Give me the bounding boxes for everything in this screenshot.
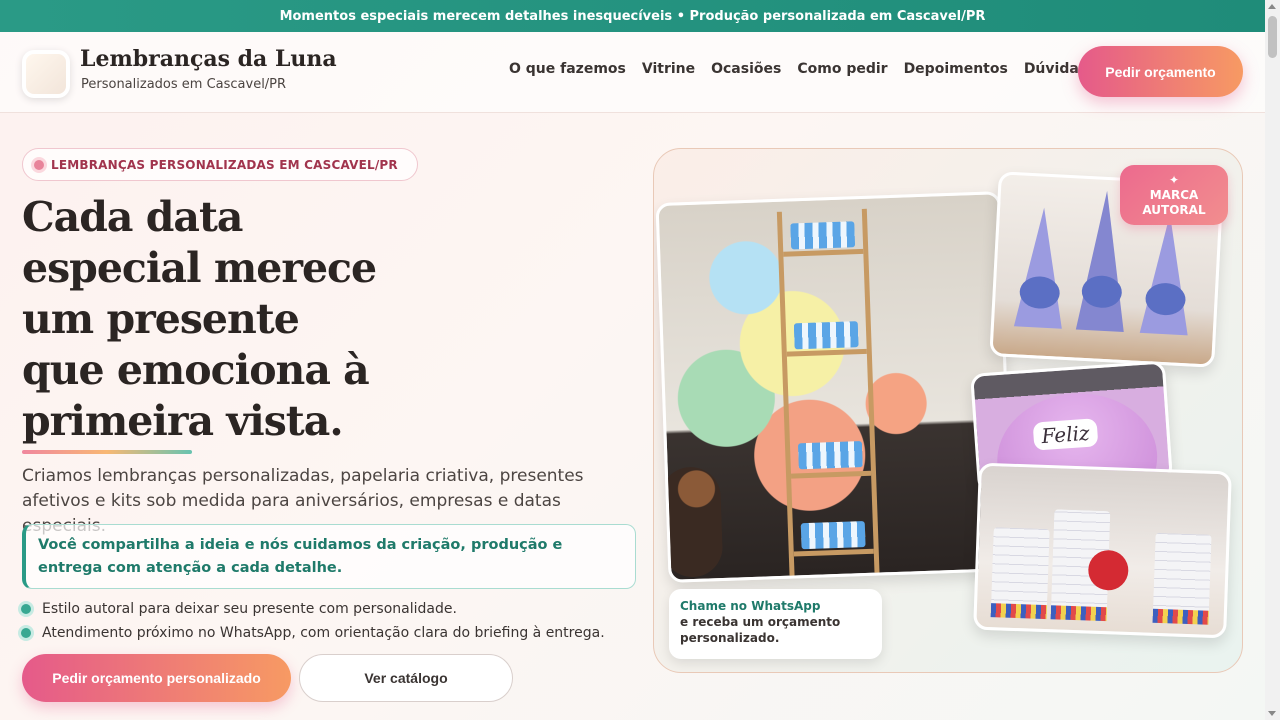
scroll-up-icon[interactable] bbox=[1268, 4, 1276, 9]
whatsapp-card-text: e receba um orçamento personalizado. bbox=[680, 615, 841, 645]
gallery-photo-spiderman[interactable] bbox=[973, 462, 1232, 639]
pyramid-box bbox=[1139, 212, 1194, 336]
headline-underline bbox=[22, 450, 192, 454]
pyramid-box bbox=[1013, 206, 1069, 329]
spiderman-figure bbox=[1087, 549, 1130, 591]
box-skyline bbox=[1050, 605, 1108, 622]
pill-label: LEMBRANÇAS PERSONALIZADAS EM CASCAVEL/PR bbox=[51, 157, 398, 172]
sparkle-icon: ✦ bbox=[1168, 172, 1180, 187]
logo-image bbox=[26, 54, 66, 94]
feature-list: Estilo autoral para deixar seu presente … bbox=[20, 597, 605, 645]
gift-box bbox=[990, 527, 1050, 620]
headline-line-1: Cada data bbox=[22, 193, 243, 241]
shelf-board bbox=[783, 248, 864, 257]
box-skyline bbox=[1152, 608, 1209, 625]
shelf-board bbox=[793, 548, 874, 557]
feliz-text: Feliz bbox=[1032, 418, 1099, 451]
headline-line-4: que emociona à bbox=[22, 346, 370, 394]
check-dot-icon bbox=[21, 628, 31, 638]
headline-line-3: um presente bbox=[22, 295, 300, 343]
nav-link-depoimentos[interactable]: Depoimentos bbox=[904, 61, 1008, 77]
nav-link-como-pedir[interactable]: Como pedir bbox=[797, 61, 887, 77]
box-skyline bbox=[990, 603, 1048, 620]
whatsapp-card-title: Chame no WhatsApp bbox=[680, 599, 821, 613]
brand-name[interactable]: Lembranças da Luna bbox=[80, 46, 337, 72]
hero-callout: Você compartilha a ideia e nós cuidamos … bbox=[22, 524, 636, 589]
gallery-photo-shelf[interactable] bbox=[655, 191, 1014, 583]
check-dot-icon bbox=[21, 604, 31, 614]
badge-line-2: AUTORAL bbox=[1142, 202, 1206, 217]
gift-boxes bbox=[800, 521, 866, 550]
nav-link-o-que-fazemos[interactable]: O que fazemos bbox=[509, 61, 626, 77]
hero-headline: Cada data especial merece um presente qu… bbox=[22, 192, 462, 447]
gift-boxes bbox=[797, 441, 863, 470]
primary-quote-button[interactable]: Pedir orçamento personalizado bbox=[22, 654, 291, 702]
headline-line-5: primeira vista. bbox=[22, 397, 344, 445]
shelf-board bbox=[786, 348, 867, 357]
shelf-graphic bbox=[776, 208, 880, 582]
gift-boxes bbox=[790, 221, 856, 250]
gift-boxes bbox=[793, 321, 859, 350]
hero-eyebrow-pill: LEMBRANÇAS PERSONALIZADAS EM CASCAVEL/PR bbox=[22, 148, 418, 181]
site-header: Lembranças da Luna Personalizados em Cas… bbox=[0, 32, 1265, 113]
catalog-button[interactable]: Ver catálogo bbox=[299, 654, 513, 702]
brand-badge: ✦ MARCA AUTORAL bbox=[1120, 165, 1228, 225]
header-quote-button[interactable]: Pedir orçamento bbox=[1078, 46, 1243, 97]
brand-subtitle: Personalizados em Cascavel/PR bbox=[81, 77, 287, 92]
feature-item: Estilo autoral para deixar seu presente … bbox=[20, 597, 605, 621]
scroll-thumb[interactable] bbox=[1268, 16, 1277, 58]
headline-line-2: especial merece bbox=[22, 244, 377, 292]
nav-link-vitrine[interactable]: Vitrine bbox=[642, 61, 695, 77]
announcement-bar: Momentos especiais merecem detalhes ines… bbox=[0, 0, 1265, 32]
gift-box bbox=[1152, 532, 1212, 625]
product-gallery: Feliz ✦ MARCA AUTORAL Chame no WhatsApp … bbox=[653, 148, 1243, 673]
shelf-board bbox=[790, 470, 872, 479]
announcement-text: Momentos especiais merecem detalhes ines… bbox=[279, 8, 986, 24]
feature-item-text: Estilo autoral para deixar seu presente … bbox=[42, 601, 457, 617]
pill-dot-icon bbox=[34, 160, 44, 170]
nav-link-ocasioes[interactable]: Ocasiões bbox=[711, 61, 781, 77]
page-scrollbar[interactable] bbox=[1265, 0, 1280, 720]
badge-line-1: MARCA bbox=[1149, 187, 1199, 202]
scroll-down-icon[interactable] bbox=[1268, 711, 1276, 716]
brand-logo[interactable] bbox=[22, 50, 70, 98]
main-nav: O que fazemos Vitrine Ocasiões Como pedi… bbox=[509, 61, 1103, 77]
whatsapp-card[interactable]: Chame no WhatsApp e receba um orçamento … bbox=[669, 589, 882, 659]
feature-item: Atendimento próximo no WhatsApp, com ori… bbox=[20, 621, 605, 645]
feature-item-text: Atendimento próximo no WhatsApp, com ori… bbox=[42, 625, 605, 641]
teddy-bear-image bbox=[659, 466, 724, 579]
